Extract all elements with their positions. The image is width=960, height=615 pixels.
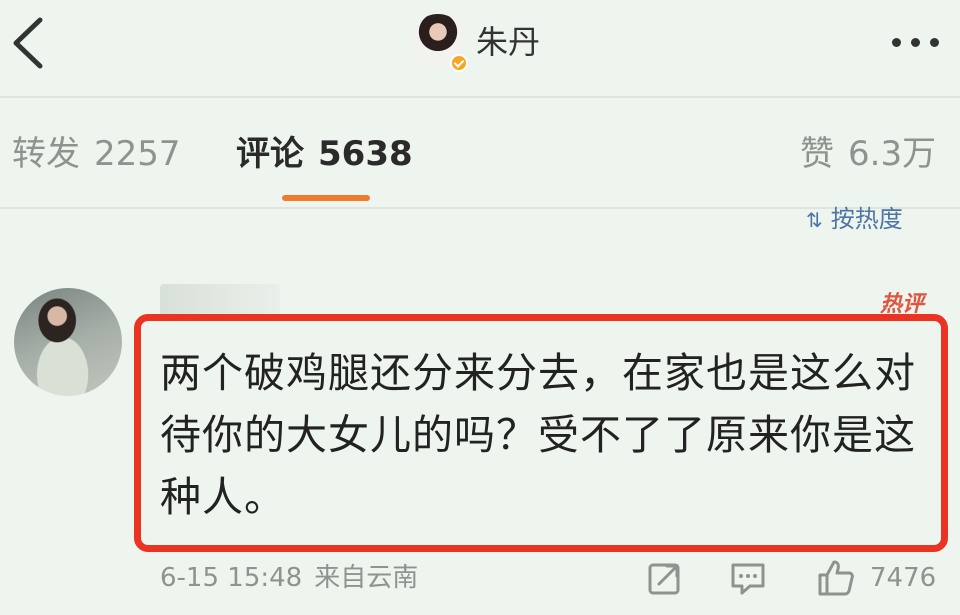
like-button[interactable] [816, 558, 856, 598]
header-divider [0, 96, 960, 98]
commenter-avatar[interactable] [14, 288, 122, 396]
comment-timestamp: 6-15 15:48 [160, 563, 303, 593]
verified-badge-icon [450, 54, 468, 72]
back-button[interactable] [6, 14, 52, 72]
like-count: 7476 [870, 563, 937, 593]
tab-comment-label: 评论 [236, 134, 304, 174]
sort-label: 按热度 [830, 205, 903, 233]
commenter-name-blurred[interactable] [160, 284, 280, 318]
tab-comment[interactable]: 评论 5638 [236, 130, 413, 178]
active-tab-indicator [282, 195, 370, 201]
tab-like-count: 6.3万 [848, 134, 937, 174]
comment-button[interactable] [728, 558, 768, 598]
repost-icon [648, 563, 680, 595]
more-button[interactable] [880, 22, 950, 62]
repost-button[interactable] [645, 558, 685, 598]
tab-repost-count: 2257 [94, 134, 181, 174]
more-dots-icon [891, 37, 901, 47]
sort-icon: ⇅ [806, 208, 823, 232]
author-avatar[interactable] [410, 14, 468, 72]
comment-icon [731, 563, 765, 595]
tab-repost[interactable]: 转发 2257 [12, 130, 181, 178]
chevron-left-icon [13, 17, 43, 69]
author-name[interactable]: 朱丹 [476, 20, 540, 64]
comment-text: 两个破鸡腿还分来分去，在家也是这么对待你的大女儿的吗？受不了了原来你是这种人。 [160, 349, 916, 521]
tab-repost-label: 转发 [12, 134, 80, 174]
tab-like-label: 赞 [800, 134, 834, 174]
thumbs-up-icon [818, 560, 854, 596]
comment-meta: 6-15 15:48 来自云南 [160, 561, 418, 595]
tab-comment-count: 5638 [318, 134, 413, 174]
tab-like[interactable]: 赞 6.3万 [800, 130, 936, 178]
comment-location: 来自云南 [314, 563, 419, 593]
sort-button[interactable]: ⇅ 按热度 [806, 204, 903, 235]
